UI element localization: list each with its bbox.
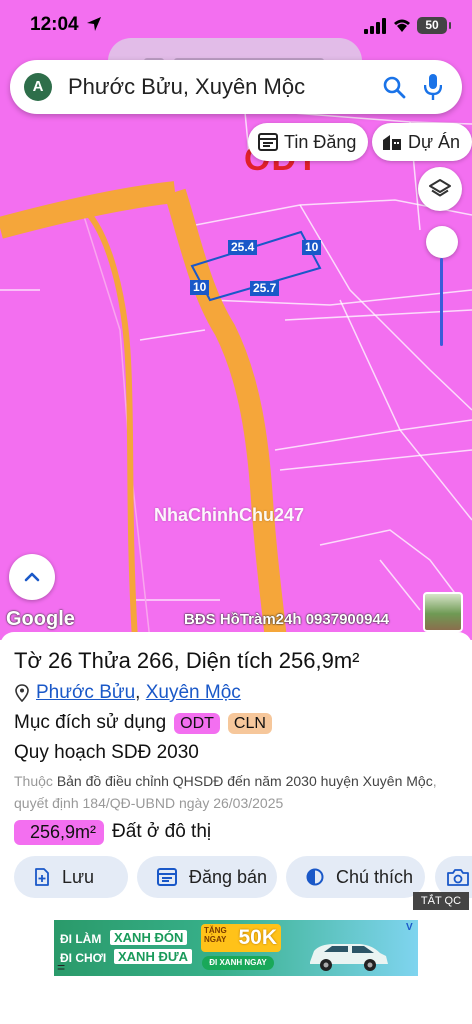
camera-add-icon (447, 869, 469, 886)
ad-line2-box: XANH ĐƯA (114, 949, 193, 964)
save-label: Lưu (62, 866, 95, 887)
opacity-slider-track[interactable] (440, 258, 443, 346)
expand-up-button[interactable] (9, 554, 55, 600)
plan-decision: Thuộc Bản đồ điều chỉnh QHSDĐ đến năm 20… (14, 773, 437, 811)
layers-button[interactable] (418, 167, 462, 211)
search-bar[interactable]: A Phước Bửu, Xuyên Mộc (10, 60, 462, 114)
google-logo: Google (6, 608, 75, 630)
legend-icon (306, 868, 324, 886)
parcel-info-sheet: Tờ 26 Thửa 266, Diện tích 256,9m² Phước … (0, 632, 472, 1024)
list-for-sale-label: Đăng bán (189, 866, 268, 887)
ad-cta: ĐI XANH NGAY (202, 956, 274, 970)
parcel-address: Phước Bửu, Xuyên Mộc (14, 682, 241, 704)
area-description: Đất ở đô thị (112, 821, 212, 842)
microphone-icon[interactable] (424, 73, 442, 101)
dimension-label: 10 (190, 280, 210, 295)
search-icon[interactable] (382, 75, 406, 99)
search-input[interactable]: Phước Bửu, Xuyên Mộc (68, 74, 368, 100)
wifi-icon (394, 19, 410, 32)
opacity-slider-handle[interactable] (426, 226, 458, 258)
account-avatar[interactable]: A (24, 73, 52, 101)
land-tag-odt[interactable]: ODT (174, 712, 220, 734)
building-icon (383, 135, 401, 150)
save-button[interactable]: Lưu (14, 856, 128, 898)
watermark: NhaChinhChu247 (154, 505, 305, 525)
chip-label: Dự Án (408, 131, 461, 152)
land-purpose: Mục đích sử dụng ODT CLN (14, 712, 272, 734)
parcel-title: Tờ 26 Thửa 266, Diện tích 256,9m² (14, 648, 360, 673)
area-badge: 256,9m² (14, 819, 105, 845)
ad-line1-box: XANH ĐÓN (110, 930, 188, 945)
layers-icon (429, 179, 451, 197)
ad-bonus-prefix: TẶNG NGAY (204, 926, 227, 944)
ad-banner[interactable]: ĐI LÀM XANH ĐÓN ĐI CHƠI XANH ĐƯA 50K TẶN… (54, 920, 418, 976)
tin-dang-chip[interactable]: Tin Đăng (248, 123, 369, 161)
dimension-label: 10 (302, 240, 322, 255)
cellular-signal-icon (364, 18, 386, 34)
zoning-area: 256,9m² Đất ở đô thị (14, 819, 211, 845)
ad-line2: ĐI CHƠI (60, 951, 107, 965)
location-arrow-icon (87, 17, 101, 31)
ward-link[interactable]: Phước Bửu (36, 682, 135, 704)
land-tag-cln[interactable]: CLN (227, 712, 272, 734)
district-link[interactable]: Xuyên Mộc (146, 682, 241, 704)
save-icon (35, 868, 49, 886)
map-view[interactable]: ODT 25.4 10 10 25.7 12:04 50 A Phước Bửu… (0, 0, 472, 640)
plan-title: Quy hoạch SDĐ 2030 (14, 742, 199, 763)
legend-button[interactable]: Chú thích (286, 856, 425, 898)
location-pin-icon (15, 684, 29, 702)
battery-indicator: 50 (417, 17, 451, 34)
dimension-label: 25.7 (250, 281, 280, 296)
map-credit: BĐS HồTràm24h 0937900944 (184, 611, 390, 628)
ad-line1: ĐI LÀM (60, 932, 102, 946)
ad-options-icon[interactable]: = (57, 959, 65, 975)
dimension-label: 25.4 (228, 240, 258, 255)
clock: 12:04 (30, 14, 79, 35)
street-photo-thumbnail[interactable] (423, 592, 463, 632)
list-for-sale-button[interactable]: Đăng bán (137, 856, 277, 898)
legend-label: Chú thích (336, 866, 414, 887)
car-icon (310, 944, 388, 971)
chip-label: Tin Đăng (284, 131, 357, 152)
chevron-up-icon (24, 572, 40, 582)
list-sell-icon (157, 868, 177, 886)
du-an-chip[interactable]: Dự Án (372, 123, 472, 161)
ad-brand: V (406, 922, 413, 933)
listing-icon (258, 133, 278, 151)
purpose-label: Mục đích sử dụng (14, 712, 167, 733)
close-ad-button[interactable]: TẮT QC (413, 892, 469, 910)
